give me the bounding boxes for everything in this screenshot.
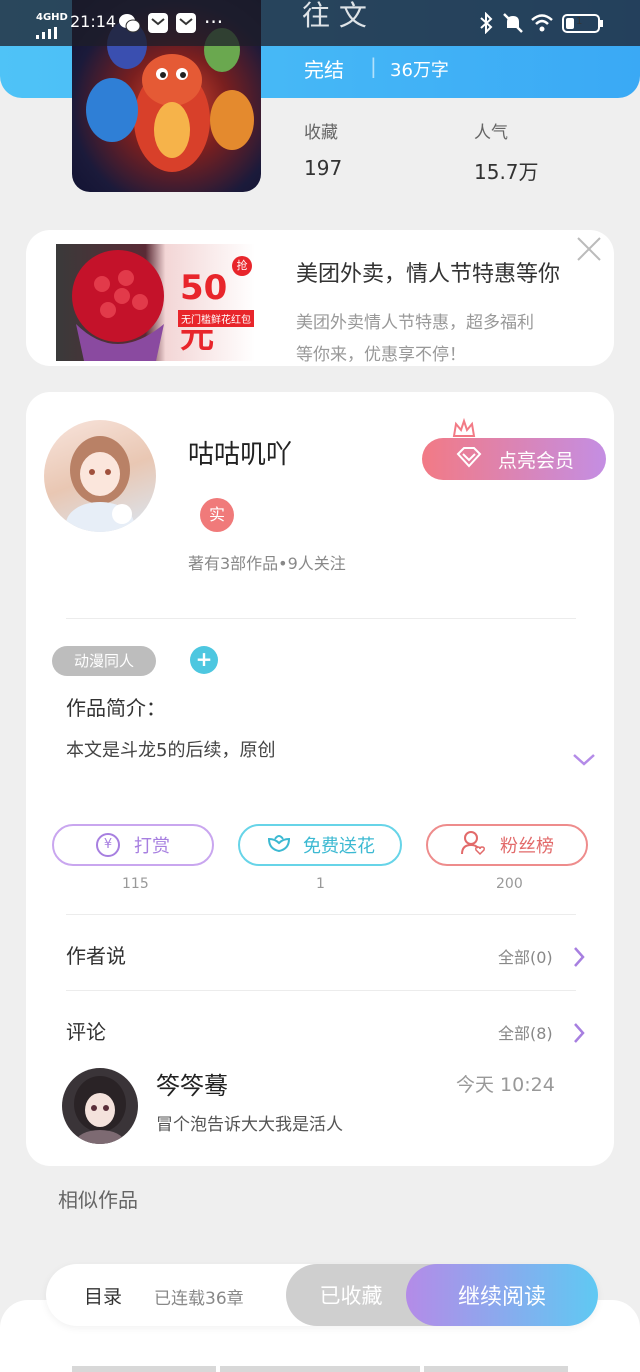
intro-heading: 作品简介： <box>66 696 166 720</box>
fans-count: 200 <box>496 876 523 892</box>
similar-works-label: 相似作品 <box>58 1188 138 1212</box>
ad-caption: 无门槛鲜花红包 <box>178 310 254 327</box>
mail-icon <box>148 13 168 37</box>
divider <box>66 618 576 619</box>
author-says-label: 作者说 <box>66 944 126 968</box>
popularity-value: 15.7万 <box>474 160 539 184</box>
comment-time: 今天 10:24 <box>456 1074 555 1096</box>
placeholder-bar <box>72 1366 216 1372</box>
flower-count: 1 <box>316 876 325 892</box>
vip-button[interactable]: 点亮会员 <box>422 438 606 480</box>
yen-icon: ¥ <box>96 833 120 857</box>
mail-icon-2 <box>176 13 196 37</box>
fans-label: 粉丝榜 <box>500 836 554 857</box>
reward-count: 115 <box>122 876 149 892</box>
favorites-label: 收藏 <box>304 123 338 143</box>
status-time: 21:14 <box>70 12 117 31</box>
battery-level: 1 <box>576 16 583 27</box>
network-indicator: 4GHD <box>36 12 68 23</box>
bell-off-icon <box>502 12 524 38</box>
chevron-right-icon[interactable] <box>572 946 586 972</box>
ad-image[interactable]: 50元 抢 无门槛鲜花红包 <box>56 244 255 361</box>
author-avatar[interactable] <box>44 420 156 532</box>
commenter-name[interactable]: 笒笒蓦 <box>156 1066 228 1101</box>
toc-button[interactable]: 目录 <box>84 1282 122 1309</box>
commenter-avatar[interactable] <box>62 1068 138 1144</box>
ad-badge-grab: 抢 <box>232 256 252 276</box>
wechat-icon <box>118 13 141 37</box>
comments-all[interactable]: 全部(8) <box>498 1020 553 1044</box>
divider <box>66 990 576 991</box>
reward-label: 打赏 <box>134 836 170 857</box>
user-heart-icon <box>460 830 488 861</box>
header-separator: | <box>370 54 377 78</box>
ad-desc-line1: 美团外卖情人节特惠，超多福利 <box>296 313 534 333</box>
ad-desc-line2: 等你来，优惠享不停！ <box>296 345 466 365</box>
favorites-value: 197 <box>304 156 343 180</box>
comments-label: 评论 <box>66 1020 106 1044</box>
vip-button-label: 点亮会员 <box>497 449 574 472</box>
chevron-right-icon[interactable] <box>572 1022 586 1048</box>
intro-text: 本文是斗龙5的后续，原创 <box>66 740 276 761</box>
close-icon[interactable] <box>574 234 604 268</box>
ad-title[interactable]: 美团外卖，情人节特惠等你 <box>296 256 560 288</box>
signal-icon <box>36 24 62 43</box>
author-name[interactable]: 咕咕叽吖 <box>188 434 292 471</box>
diamond-icon <box>454 446 484 473</box>
placeholder-bar <box>424 1366 568 1372</box>
placeholder-bar <box>220 1366 420 1372</box>
bluetooth-icon <box>478 11 494 38</box>
book-title: 往 文 <box>302 0 367 32</box>
author-says-all[interactable]: 全部(0) <box>498 944 553 968</box>
tag-doujin[interactable]: 动漫同人 <box>52 646 156 676</box>
fans-rank-button[interactable]: 粉丝榜 <box>426 824 588 866</box>
reward-button[interactable]: ¥ 打赏 <box>52 824 214 866</box>
wifi-icon <box>530 13 554 37</box>
flower-label: 免费送花 <box>303 836 375 857</box>
battery-icon <box>562 14 604 38</box>
popularity-label: 人气 <box>474 123 508 143</box>
continue-reading-button[interactable]: 继续阅读 <box>406 1264 598 1326</box>
comment-text: 冒个泡告诉大大我是活人 <box>156 1115 343 1135</box>
book-status: 完结 <box>304 58 344 82</box>
continue-reading-label: 继续阅读 <box>457 1285 546 1310</box>
more-notifications-icon: ··· <box>204 10 224 34</box>
free-flower-button[interactable]: 免费送花 <box>238 824 402 866</box>
word-count: 36万字 <box>390 60 449 81</box>
verified-badge: 实 <box>200 498 234 532</box>
divider <box>66 914 576 915</box>
add-tag-button[interactable]: + <box>190 646 218 674</box>
chevron-down-icon[interactable] <box>572 752 596 772</box>
flower-icon <box>265 831 293 860</box>
author-stats: 著有3部作品•9人关注 <box>188 554 346 573</box>
serial-status: 已连载36章 <box>154 1289 244 1309</box>
